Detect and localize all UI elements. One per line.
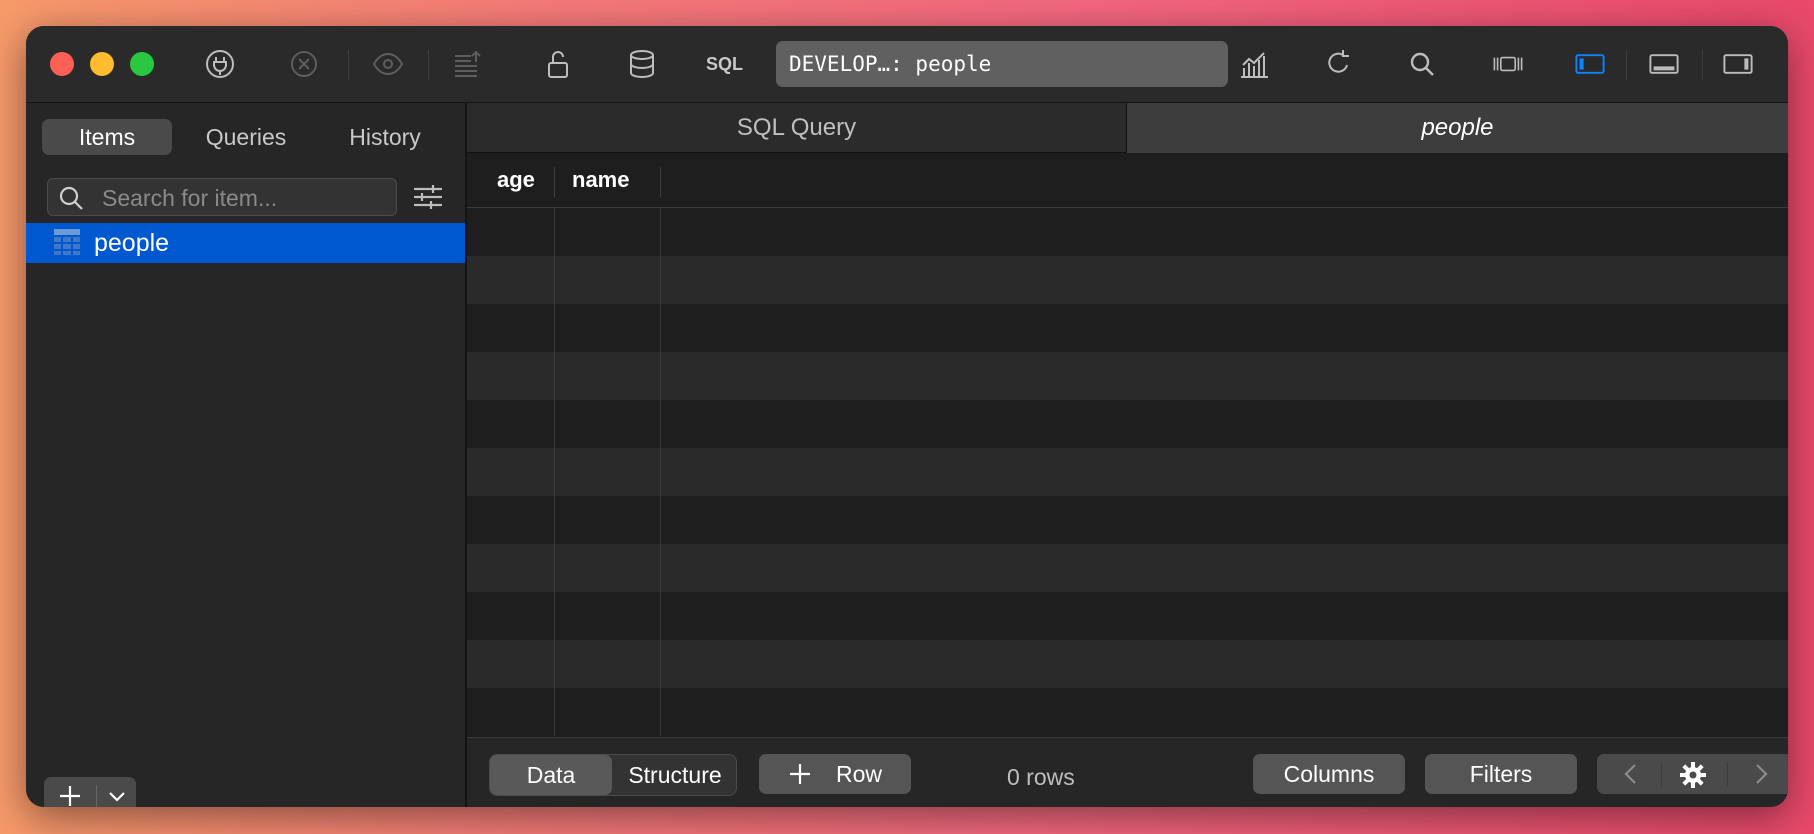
close-window-button[interactable] — [50, 52, 74, 76]
search-icon — [58, 185, 84, 216]
search-icon[interactable] — [1404, 46, 1440, 82]
table-row — [467, 208, 1788, 256]
editor-tabs: SQL Query people — [467, 103, 1788, 153]
toggle-right-sidebar-icon[interactable] — [1718, 46, 1758, 82]
table-row — [467, 448, 1788, 496]
columns-button[interactable]: Columns — [1253, 754, 1405, 794]
add-item-button[interactable] — [44, 777, 136, 807]
table-icon — [54, 229, 80, 260]
tab-history[interactable]: History — [320, 119, 450, 155]
maximize-window-button[interactable] — [130, 52, 154, 76]
table-row — [467, 496, 1788, 544]
table-row — [467, 352, 1788, 400]
main-panel: SQL Query people age name Data Structure… — [467, 103, 1788, 807]
search-input[interactable] — [100, 182, 394, 214]
chevron-down-icon[interactable] — [106, 786, 128, 807]
table-row — [467, 544, 1788, 592]
row-count: 0 rows — [1007, 764, 1075, 790]
toggle-bottom-panel-icon[interactable] — [1644, 46, 1684, 82]
plus-icon — [788, 762, 812, 786]
table-row — [467, 640, 1788, 688]
connection-title: DEVELOP…: people — [789, 52, 992, 76]
filters-button[interactable]: Filters — [1425, 754, 1577, 794]
structure-tab-button[interactable]: Structure — [614, 755, 736, 795]
filter-settings-icon[interactable] — [412, 181, 444, 218]
table-row — [467, 304, 1788, 352]
add-row-button[interactable]: Row — [759, 754, 911, 794]
toggle-left-sidebar-icon[interactable] — [1570, 46, 1610, 82]
table-row — [467, 256, 1788, 304]
chevron-right-icon[interactable] — [1749, 762, 1773, 791]
refresh-icon[interactable] — [1320, 46, 1356, 82]
preview-eye-icon[interactable] — [370, 46, 406, 82]
commit-changes-icon[interactable] — [450, 46, 486, 82]
chevron-left-icon[interactable] — [1619, 762, 1643, 791]
table-row — [467, 688, 1788, 736]
table-row — [467, 592, 1788, 640]
unlock-icon[interactable] — [540, 46, 576, 82]
add-row-label: Row — [835, 760, 882, 787]
sql-button[interactable]: SQL — [706, 54, 743, 75]
sidebar: Items Queries History people — [26, 103, 467, 807]
tab-people[interactable]: people — [1127, 103, 1788, 153]
connection-title-field[interactable]: DEVELOP…: people — [776, 41, 1228, 87]
connection-plug-icon[interactable] — [202, 46, 238, 82]
column-header-name[interactable]: name — [572, 167, 629, 193]
minimize-window-button[interactable] — [90, 52, 114, 76]
chart-icon[interactable] — [1236, 46, 1272, 82]
tab-items[interactable]: Items — [42, 119, 172, 155]
sidebar-item-label: people — [94, 229, 170, 257]
app-window: SQL DEVELOP…: people Items Queries Histo… — [26, 26, 1788, 807]
tab-sql-query[interactable]: SQL Query — [467, 103, 1127, 153]
table-body — [467, 208, 1788, 736]
table-row — [467, 400, 1788, 448]
footer-bar: Data Structure Row 0 rows Columns Filter… — [467, 737, 1788, 807]
column-header-age[interactable]: age — [497, 167, 535, 193]
data-structure-toggle: Data Structure — [489, 754, 737, 796]
tab-queries[interactable]: Queries — [181, 119, 311, 155]
plus-icon — [58, 784, 82, 807]
database-icon[interactable] — [624, 46, 660, 82]
pagination-controls — [1597, 754, 1788, 794]
toolbar: SQL DEVELOP…: people — [26, 26, 1788, 103]
columns-layout-icon[interactable] — [1486, 46, 1530, 82]
search-box — [47, 178, 397, 216]
table-header: age name — [467, 153, 1788, 208]
data-tab-button[interactable]: Data — [490, 755, 612, 795]
disconnect-icon[interactable] — [286, 46, 322, 82]
gear-icon[interactable] — [1679, 761, 1707, 794]
sidebar-item-people[interactable]: people — [26, 223, 465, 263]
